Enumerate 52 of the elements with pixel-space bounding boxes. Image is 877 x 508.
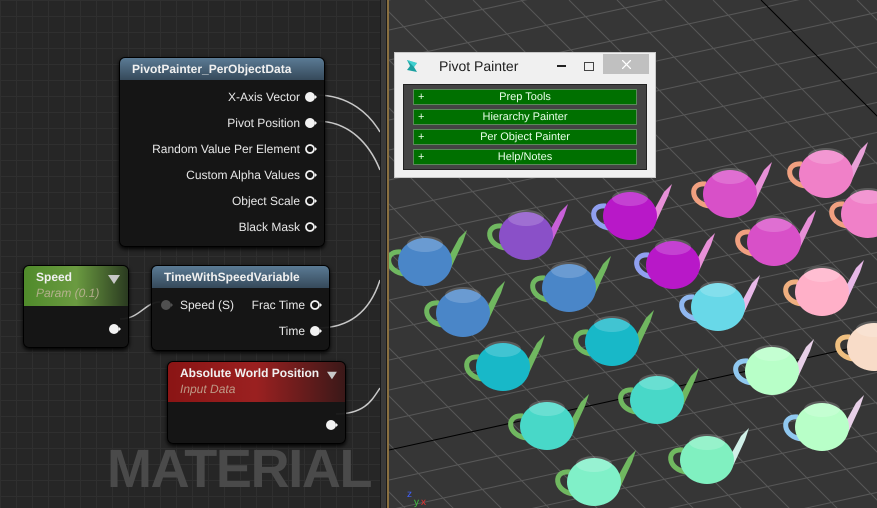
rollout-label: Prep Tools (499, 90, 551, 104)
pin-label: Object Scale (232, 193, 300, 210)
close-icon (622, 60, 630, 68)
app-logo-icon (405, 59, 419, 73)
graph-node[interactable]: Absolute World Position Input Data (167, 361, 346, 444)
pin-icon[interactable] (325, 419, 339, 431)
pin-icon[interactable] (304, 169, 318, 181)
expand-sign: + (418, 90, 424, 104)
pin-label: Frac Time (252, 297, 305, 314)
pin-label: Pivot Position (227, 115, 300, 132)
minimize-icon (556, 65, 566, 67)
expand-sign: + (418, 150, 424, 164)
pin-label: Random Value Per Element (152, 141, 300, 158)
window-title: Pivot Painter (439, 56, 518, 76)
node-subtitle: Param (0.1) (36, 285, 100, 301)
expand-sign: + (418, 110, 424, 124)
pin-icon[interactable] (304, 91, 318, 103)
pin-icon[interactable] (304, 117, 318, 129)
pin-label: Custom Alpha Values (186, 167, 300, 184)
pin-icon[interactable] (309, 299, 323, 311)
rollout-label: Help/Notes (498, 150, 552, 164)
dropdown-arrow-icon[interactable] (108, 275, 120, 284)
dropdown-arrow-icon[interactable] (327, 371, 337, 380)
graph-node[interactable]: TimeWithSpeedVariable Speed (S) Frac Time Time (151, 265, 330, 351)
node-subtitle: Input Data (180, 381, 236, 397)
rollout-button[interactable]: + Hierarchy Painter (413, 109, 637, 125)
material-graph-canvas[interactable] (0, 0, 380, 508)
pin-label: Speed (S) (180, 297, 234, 314)
axis-label: y (414, 498, 419, 508)
node-title: Speed (36, 269, 74, 285)
pin-icon[interactable] (304, 221, 318, 233)
pin-icon[interactable] (309, 325, 323, 337)
rollout-button[interactable]: + Help/Notes (413, 149, 637, 165)
pin-label: Time (278, 323, 305, 340)
graph-node[interactable]: PivotPainter_PerObjectData X-Axis Vector Pivot Position Random Value Per Element Custom Alpha Values Object Scale Black Mask (119, 57, 325, 247)
rollout-button[interactable]: + Per Object Painter (413, 129, 637, 145)
pin-icon[interactable] (304, 195, 318, 207)
axis-label: x (421, 498, 426, 508)
pin-icon[interactable] (304, 143, 318, 155)
node-title: TimeWithSpeedVariable (164, 269, 300, 285)
graph-node[interactable]: Speed Param (0.1) (23, 265, 129, 348)
node-title: PivotPainter_PerObjectData (132, 61, 292, 77)
expand-sign: + (418, 130, 424, 144)
axis-label: z (407, 490, 412, 500)
rollout-button[interactable]: + Prep Tools (413, 89, 637, 105)
pin-label: X-Axis Vector (228, 89, 300, 106)
rollout-label: Per Object Painter (480, 130, 570, 144)
rollout-label: Hierarchy Painter (482, 110, 568, 124)
maximize-icon (584, 62, 594, 70)
pin-label: Black Mask (238, 219, 300, 236)
pin-icon[interactable] (108, 323, 122, 335)
node-title: Absolute World Position (180, 365, 320, 381)
